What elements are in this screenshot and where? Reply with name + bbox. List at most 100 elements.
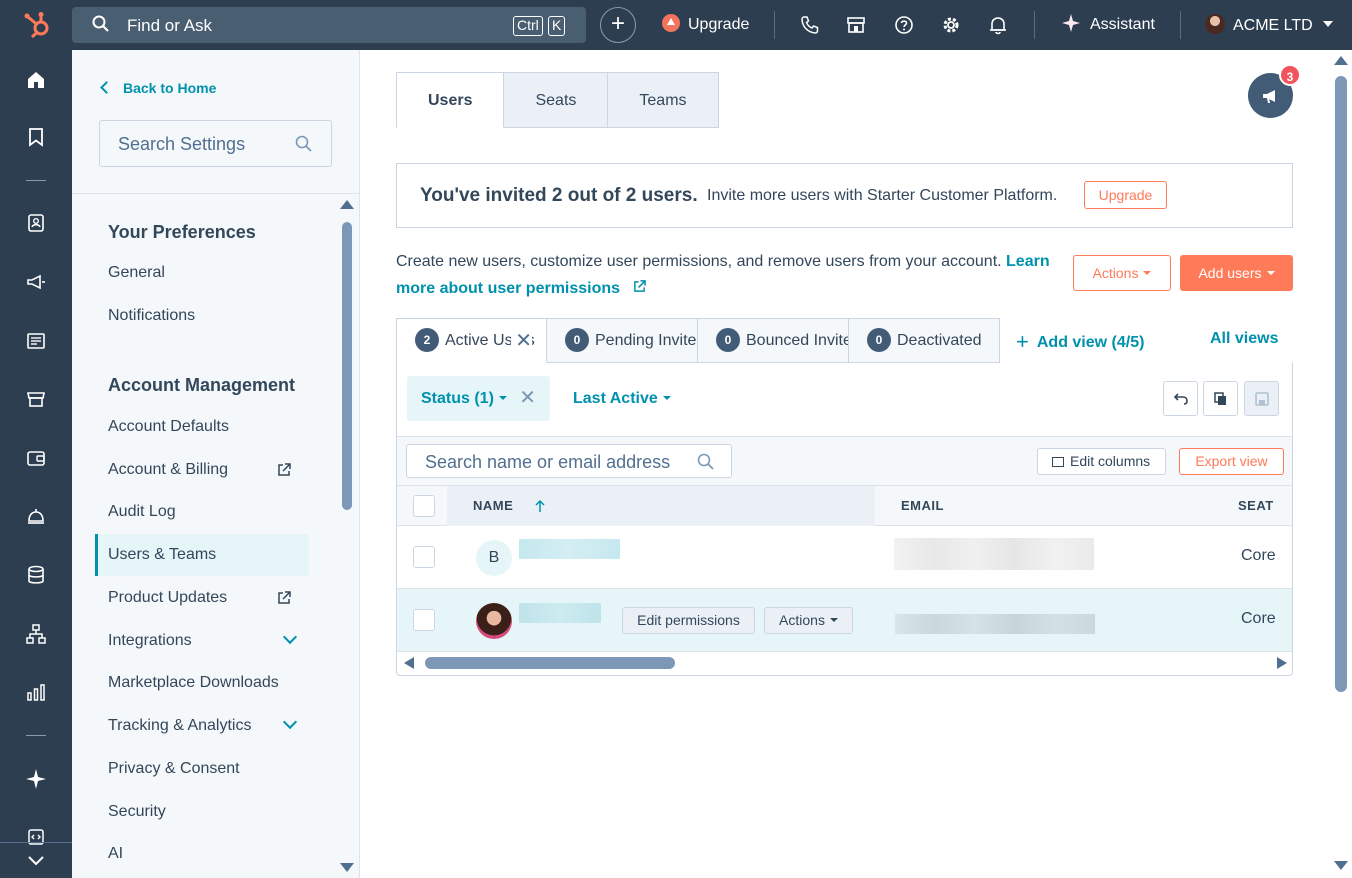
scroll-down-arrow-icon[interactable]: [340, 863, 354, 872]
top-navigation-bar: Find or Ask Ctrl K + Upgrade Assistant A…: [0, 0, 1352, 50]
actions-label: Actions: [1092, 265, 1139, 281]
commerce-store-icon[interactable]: [25, 388, 47, 410]
last-active-label: Last Active: [573, 390, 658, 407]
view-tab-deactivated[interactable]: 0 Deactivated: [849, 318, 1000, 363]
tab-teams[interactable]: Teams: [608, 72, 719, 128]
bookmark-icon[interactable]: [25, 126, 47, 148]
shortcut-ctrl-key: Ctrl: [513, 16, 543, 36]
create-new-button[interactable]: +: [600, 7, 636, 43]
settings-item-privacy-consent[interactable]: Privacy & Consent: [95, 748, 309, 790]
clone-view-button[interactable]: [1203, 381, 1238, 416]
select-all-checkbox[interactable]: [413, 495, 435, 517]
tab-users[interactable]: Users: [396, 72, 505, 128]
global-search-input[interactable]: Find or Ask Ctrl K: [72, 7, 586, 43]
wallet-icon[interactable]: [25, 447, 47, 469]
workflows-icon[interactable]: [25, 623, 47, 645]
scroll-up-arrow-icon[interactable]: [340, 200, 354, 209]
row-actions-button[interactable]: Actions: [764, 607, 853, 634]
settings-item-ai[interactable]: AI: [95, 833, 309, 875]
export-view-button[interactable]: Export view: [1179, 448, 1284, 475]
actions-dropdown-button[interactable]: Actions: [1073, 255, 1171, 291]
back-to-home-link[interactable]: Back to Home: [100, 80, 216, 96]
settings-item-tracking-analytics[interactable]: Tracking & Analytics: [95, 705, 309, 747]
upgrade-button[interactable]: Upgrade: [662, 14, 749, 36]
scroll-right-arrow-icon[interactable]: [1277, 657, 1287, 669]
service-bell-icon[interactable]: [25, 505, 47, 527]
hubspot-logo-icon[interactable]: [22, 10, 52, 40]
phone-icon[interactable]: [799, 14, 821, 36]
row-checkbox[interactable]: [413, 546, 435, 568]
settings-item-label: Notifications: [108, 307, 196, 324]
home-icon[interactable]: [25, 69, 47, 91]
banner-upgrade-button[interactable]: Upgrade: [1084, 181, 1167, 209]
table-row[interactable]: B Core: [397, 526, 1292, 589]
table-horizontal-scrollbar[interactable]: [397, 653, 1292, 675]
settings-item-users-teams[interactable]: Users & Teams: [95, 534, 309, 576]
email-column-header[interactable]: EMAIL: [901, 498, 944, 513]
settings-item-security[interactable]: Security: [95, 791, 309, 833]
row-checkbox[interactable]: [413, 609, 435, 631]
settings-item-notifications[interactable]: Notifications: [95, 295, 309, 337]
settings-item-account-billing[interactable]: Account & Billing: [95, 449, 309, 491]
add-view-button[interactable]: + Add view (4/5): [1016, 329, 1144, 355]
table-row[interactable]: Edit permissions Actions Core: [397, 589, 1292, 652]
account-menu[interactable]: ACME LTD: [1205, 14, 1333, 35]
scrollbar-thumb[interactable]: [342, 222, 352, 510]
settings-scrollbar[interactable]: [340, 200, 354, 872]
expand-nav-button[interactable]: [0, 842, 72, 878]
divider: [26, 180, 46, 181]
view-tab-pending-invites[interactable]: 0 Pending Invites: [547, 318, 698, 363]
reports-chart-icon[interactable]: [25, 681, 47, 703]
name-column-header[interactable]: NAME: [447, 486, 875, 526]
assistant-label: Assistant: [1090, 16, 1155, 33]
ai-sparkle-icon[interactable]: [25, 768, 47, 790]
all-views-link[interactable]: All views: [1210, 330, 1278, 348]
page-scrollbar[interactable]: [1333, 54, 1349, 874]
settings-item-account-defaults[interactable]: Account Defaults: [95, 406, 309, 448]
assistant-button[interactable]: Assistant: [1062, 14, 1155, 34]
database-icon[interactable]: [25, 564, 47, 586]
tab-seats[interactable]: Seats: [504, 72, 609, 128]
notifications-bell-icon[interactable]: [987, 14, 1009, 36]
settings-gear-icon[interactable]: [940, 14, 962, 36]
marketplace-icon[interactable]: [845, 14, 867, 36]
view-tab-active-users[interactable]: 2 Active Users ✕: [396, 318, 547, 363]
caret-down-icon: [829, 618, 838, 622]
user-search-input[interactable]: Search name or email address: [406, 444, 732, 478]
save-view-button[interactable]: [1244, 381, 1279, 416]
view-tabs: 2 Active Users ✕ 0 Pending Invites 0 Bounced…: [396, 318, 1000, 363]
settings-item-audit-log[interactable]: Audit Log: [95, 491, 309, 533]
search-icon: [697, 453, 714, 470]
marketing-megaphone-icon[interactable]: [25, 271, 47, 293]
settings-item-general[interactable]: General: [95, 252, 309, 294]
settings-item-product-updates[interactable]: Product Updates: [95, 577, 309, 619]
settings-sidebar: Back to Home Search Settings Your Prefer…: [72, 50, 360, 878]
last-active-filter[interactable]: Last Active: [573, 390, 671, 408]
seat-column-header[interactable]: SEAT: [1238, 498, 1274, 513]
redacted-user-name: [519, 539, 620, 559]
edit-columns-button[interactable]: Edit columns: [1037, 448, 1166, 475]
close-icon[interactable]: ✕: [511, 319, 532, 362]
scrollbar-thumb[interactable]: [425, 657, 675, 669]
view-tab-bounced-invites[interactable]: 0 Bounced Invites: [698, 318, 849, 363]
settings-item-label: Account Defaults: [108, 418, 229, 435]
users-table: Search name or email address Edit column…: [396, 436, 1293, 676]
scroll-down-arrow-icon[interactable]: [1334, 861, 1348, 870]
settings-item-marketplace-downloads[interactable]: Marketplace Downloads: [95, 662, 309, 704]
view-count-badge: 0: [867, 328, 891, 352]
scroll-up-arrow-icon[interactable]: [1334, 56, 1348, 65]
scrollbar-thumb[interactable]: [1335, 76, 1347, 692]
contacts-icon[interactable]: [25, 212, 47, 234]
close-icon[interactable]: ✕: [519, 376, 536, 421]
scroll-left-arrow-icon[interactable]: [404, 657, 414, 669]
settings-search-input[interactable]: Search Settings: [99, 120, 332, 167]
status-filter-chip[interactable]: Status (1) ✕: [407, 376, 550, 421]
settings-item-integrations[interactable]: Integrations: [95, 620, 309, 662]
content-icon[interactable]: [25, 330, 47, 352]
avatar: [1205, 14, 1225, 34]
add-users-button[interactable]: Add users: [1180, 255, 1293, 291]
edit-permissions-button[interactable]: Edit permissions: [622, 607, 755, 634]
settings-item-label: Audit Log: [108, 503, 176, 520]
undo-button[interactable]: [1163, 381, 1198, 416]
help-icon[interactable]: [893, 14, 915, 36]
